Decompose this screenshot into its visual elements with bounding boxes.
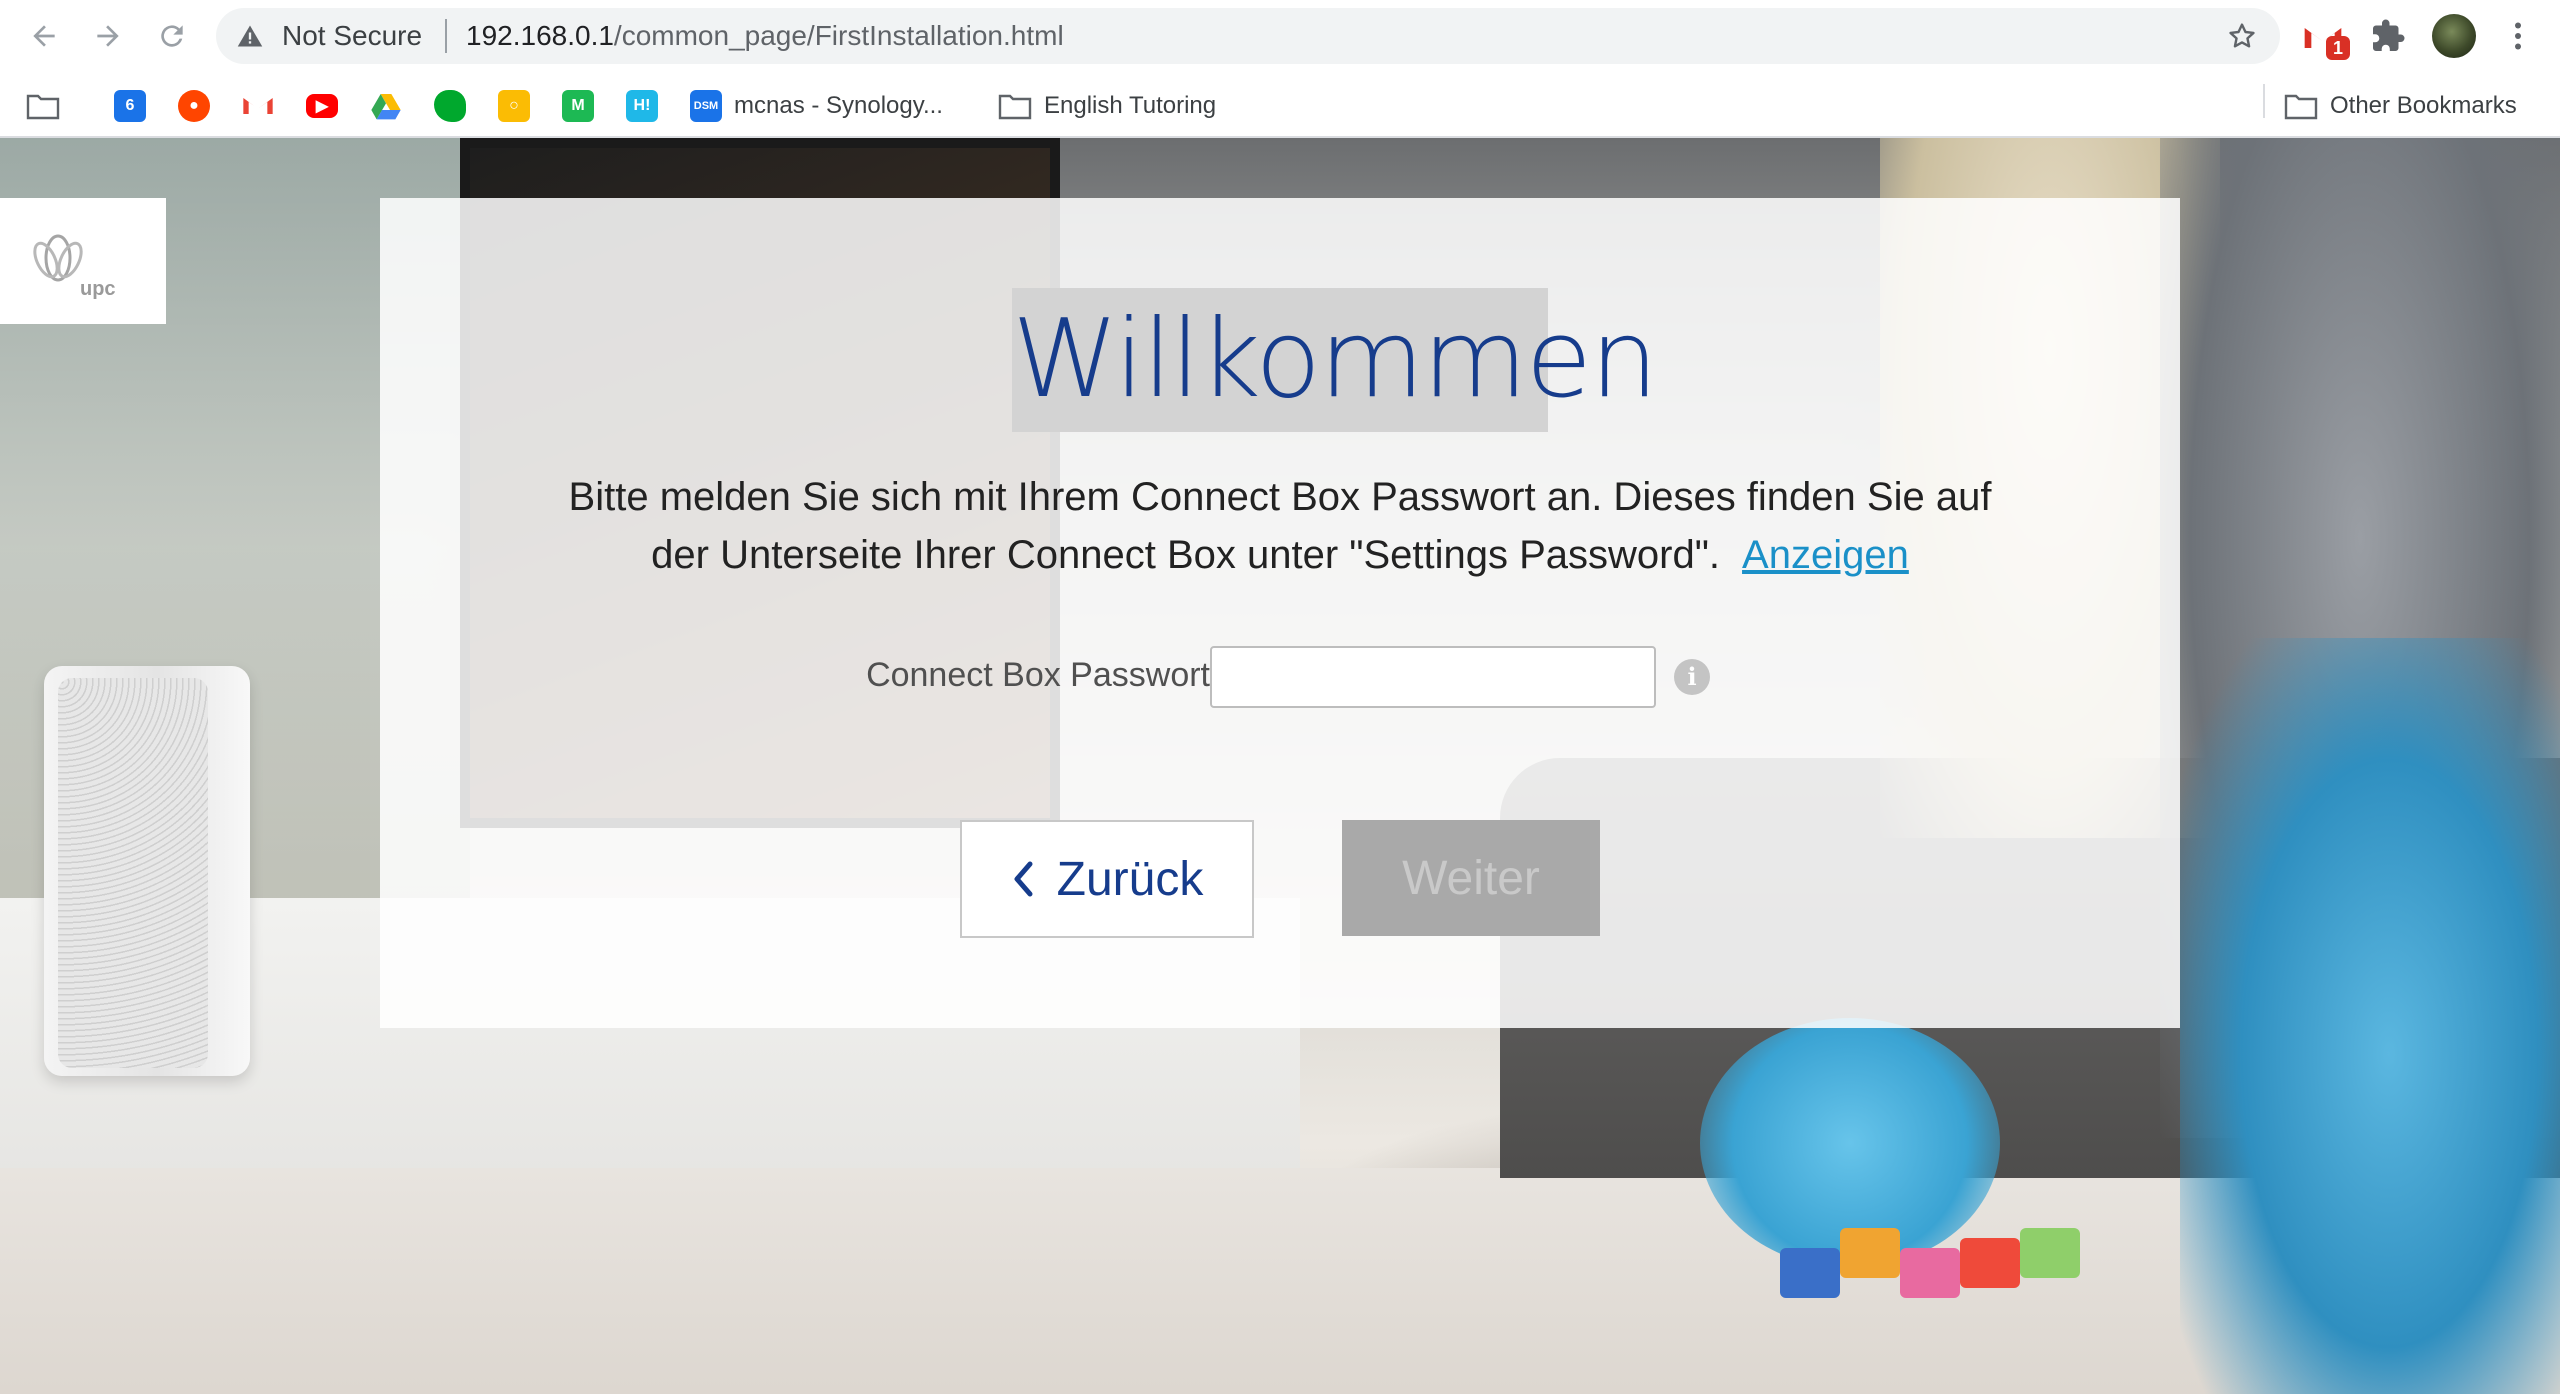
bookmark-mcnas[interactable]: DSM mcnas - Synology... (690, 86, 943, 126)
folder-icon (2284, 94, 2318, 120)
show-password-link[interactable]: Anzeigen (1742, 533, 1909, 577)
bookmark-gmail[interactable] (242, 86, 274, 126)
upc-logo-mark-icon (33, 234, 83, 282)
youtube-icon: ▶ (306, 94, 338, 118)
url-host: 192.168.0.1 (466, 20, 614, 51)
apps-folder-bookmark[interactable] (26, 86, 60, 126)
url-text[interactable]: 192.168.0.1/common_page/FirstInstallatio… (466, 20, 1064, 52)
bookmark-calendar[interactable]: 6 (114, 86, 146, 126)
warning-icon[interactable] (236, 22, 264, 50)
info-icon[interactable]: i (1674, 659, 1710, 695)
other-bookmarks-label: Other Bookmarks (2330, 92, 2517, 119)
back-button-label: Zurück (1056, 852, 1204, 906)
intro-text: Bitte melden Sie sich mit Ihrem Connect … (510, 468, 2050, 584)
password-field[interactable] (1210, 646, 1656, 708)
more-menu-icon[interactable] (2500, 18, 2536, 54)
intro-line-2: der Unterseite Ihrer Connect Box unter "… (651, 533, 1721, 577)
address-bar[interactable]: Not Secure 192.168.0.1/common_page/First… (216, 8, 2280, 64)
back-arrow-icon[interactable] (22, 14, 66, 58)
gmail-icon (243, 95, 273, 117)
back-button[interactable]: Zurück (960, 820, 1254, 938)
url-path: /common_page/FirstInstallation.html (613, 20, 1064, 51)
background-router-grille (58, 678, 208, 1068)
extensions-puzzle-icon[interactable] (2370, 18, 2406, 54)
bookmark-label: English Tutoring (1044, 92, 1217, 119)
chevron-left-icon (1014, 861, 1033, 897)
title-highlight: Willkommen (1012, 288, 1659, 432)
upc-logo-text: upc (80, 278, 116, 300)
bookmark-hi[interactable]: H! (626, 86, 658, 126)
bookmark-evernote[interactable] (434, 86, 466, 126)
bookmarks-bar: 6 ● ▶ ○ M H! DSM mcnas - Synology... Eng… (0, 74, 2560, 138)
forward-arrow-icon[interactable] (86, 14, 130, 58)
drive-icon (371, 94, 401, 120)
evernote-icon (434, 90, 466, 122)
page-title: Willkommen (1012, 297, 1659, 422)
next-button-label: Weiter (1402, 851, 1540, 905)
bookmark-drive[interactable] (370, 86, 402, 126)
bookmark-label: mcnas - Synology... (734, 92, 943, 119)
background-rug (0, 1168, 2560, 1394)
omnibox-divider (445, 19, 447, 53)
reddit-icon: ● (178, 90, 210, 122)
profile-avatar[interactable] (2432, 14, 2476, 58)
m-icon: M (562, 90, 594, 122)
browser-toolbar: Not Secure 192.168.0.1/common_page/First… (0, 0, 2560, 74)
bookmark-star-icon[interactable] (2226, 20, 2258, 52)
upc-logo[interactable]: upc (0, 198, 166, 324)
reload-icon[interactable] (150, 14, 194, 58)
bookmark-m[interactable]: M (562, 86, 594, 126)
bookmark-keep[interactable]: ○ (498, 86, 530, 126)
other-bookmarks[interactable]: Other Bookmarks (2284, 86, 2517, 126)
intro-line-1: Bitte melden Sie sich mit Ihrem Connect … (568, 475, 1992, 519)
bookmark-english-tutoring[interactable]: English Tutoring (998, 86, 1216, 126)
calendar-icon: 6 (114, 90, 146, 122)
bookmark-reddit[interactable]: ● (178, 86, 210, 126)
gmail-unread-badge: 1 (2326, 36, 2350, 60)
folder-icon (26, 94, 60, 120)
bookmark-youtube[interactable]: ▶ (306, 86, 338, 126)
password-label: Connect Box Passwort (866, 656, 1210, 694)
background-child (2180, 638, 2560, 1394)
dsm-icon: DSM (690, 90, 722, 122)
keep-icon: ○ (498, 90, 530, 122)
login-card: Willkommen Bitte melden Sie sich mit Ihr… (380, 198, 2180, 1028)
hi-icon: H! (626, 90, 658, 122)
not-secure-label[interactable]: Not Secure (282, 20, 422, 52)
background-toy-blocks (1780, 1208, 2100, 1318)
folder-icon (998, 94, 1032, 120)
bookmarks-divider (2263, 84, 2265, 118)
next-button[interactable]: Weiter (1342, 820, 1600, 936)
page-viewport: upc Willkommen Bitte melden Sie sich mit… (0, 138, 2560, 1394)
